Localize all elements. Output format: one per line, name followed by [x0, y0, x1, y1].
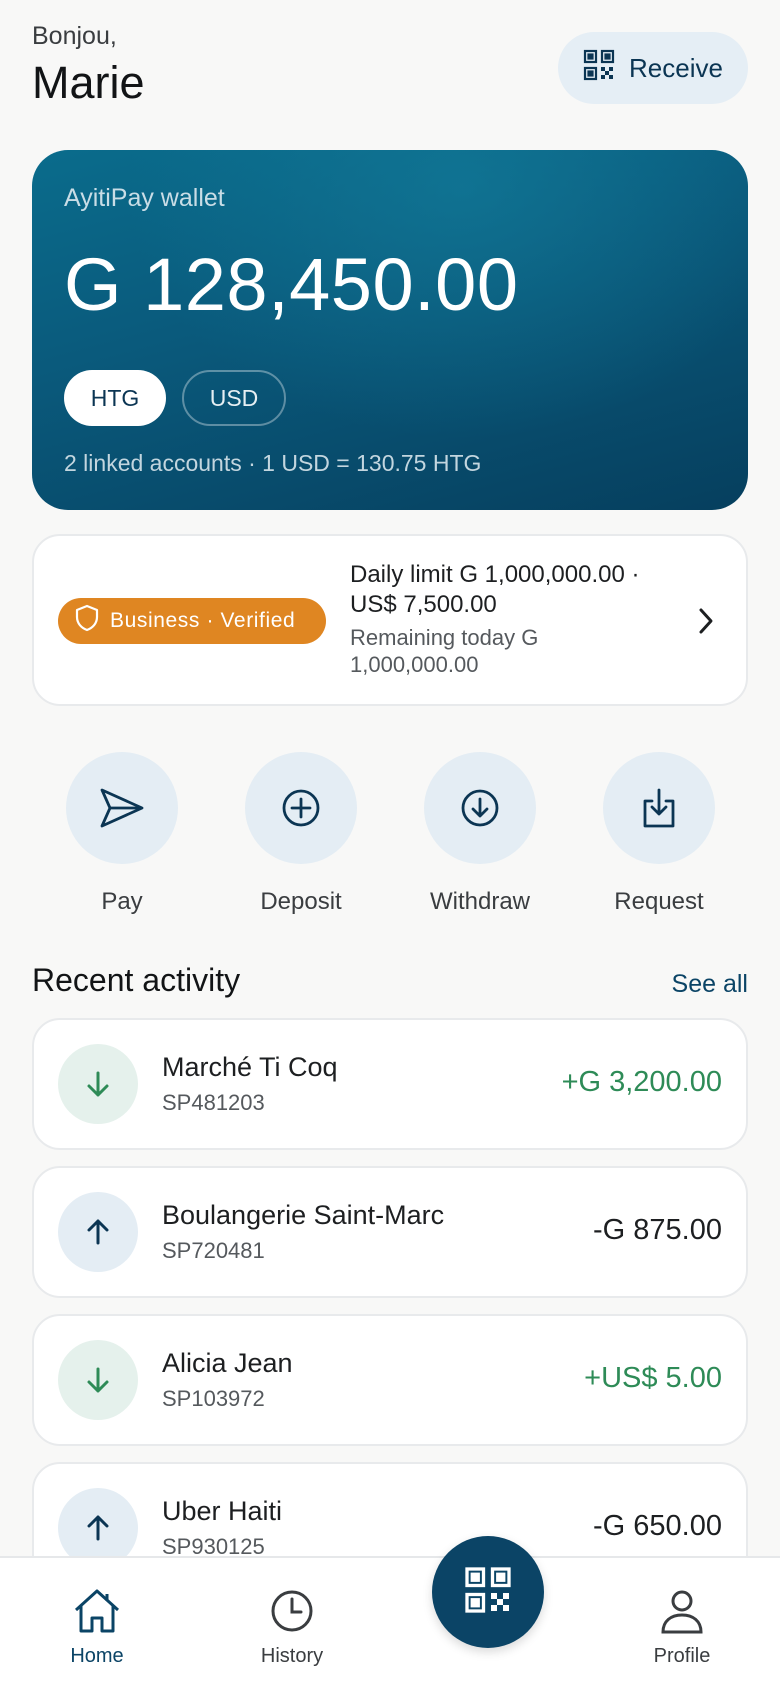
remaining-today: Remaining today G 1,000,000.00	[350, 625, 539, 677]
pay-label: Pay	[101, 888, 143, 915]
download-box-icon	[603, 752, 715, 864]
transaction-amount: -G 650.00	[593, 1510, 722, 1542]
request-button[interactable]: Request	[584, 752, 734, 916]
wallet-balance: G 128,450.00	[64, 243, 519, 326]
wallet-card: AyitiPay wallet G 128,450.00 HTG USD 2 l…	[32, 150, 748, 510]
withdraw-label: Withdraw	[429, 888, 531, 915]
deposit-button[interactable]: Deposit	[226, 752, 376, 916]
scan-qr-button[interactable]	[432, 1536, 544, 1648]
clock-icon	[269, 1590, 315, 1638]
deposit-label: Deposit	[260, 888, 342, 915]
wallet-label: AyitiPay wallet	[64, 184, 225, 212]
bottom-nav: Home History Profile	[0, 1556, 780, 1688]
transaction-name: Marché Ti Coq	[162, 1052, 338, 1082]
shield-icon	[74, 604, 100, 638]
plus-circle-icon	[245, 752, 357, 864]
nav-home-label: Home	[70, 1645, 124, 1667]
nav-history-label: History	[260, 1645, 324, 1667]
transaction-amount: +US$ 5.00	[584, 1362, 722, 1394]
transaction-row[interactable]: Marché Ti Coq SP481203 +G 3,200.00	[32, 1018, 748, 1150]
chevron-right-icon	[696, 606, 716, 641]
nav-home[interactable]: Home	[37, 1588, 157, 1668]
transaction-amount: -G 875.00	[593, 1214, 722, 1246]
transaction-ref: SP720481	[162, 1238, 265, 1263]
wallet-footer: 2 linked accounts · 1 USD = 130.75 HTG	[64, 450, 482, 476]
send-icon	[66, 752, 178, 864]
daily-limit: Daily limit G 1,000,000.00 · US$ 7,500.0…	[350, 561, 640, 618]
receive-button[interactable]: Receive	[558, 32, 748, 104]
verified-badge-label: Business · Verified	[110, 609, 296, 632]
currency-usd-button[interactable]: USD	[182, 370, 286, 426]
currency-htg-button[interactable]: HTG	[64, 370, 166, 426]
arrow-down-circle-icon	[424, 752, 536, 864]
qr-code-icon	[583, 49, 615, 88]
verified-badge: Business · Verified	[58, 598, 326, 644]
person-icon	[659, 1590, 705, 1638]
qr-code-icon	[464, 1566, 512, 1619]
arrow-up-icon	[58, 1192, 138, 1272]
transaction-name: Alicia Jean	[162, 1348, 293, 1378]
arrow-down-icon	[58, 1044, 138, 1124]
transaction-ref: SP481203	[162, 1090, 265, 1115]
nav-profile[interactable]: Profile	[622, 1588, 742, 1668]
see-all-link[interactable]: See all	[672, 970, 748, 999]
transaction-amount: +G 3,200.00	[561, 1066, 722, 1098]
transaction-name: Boulangerie Saint-Marc	[162, 1200, 445, 1230]
home-icon	[72, 1589, 122, 1638]
nav-profile-label: Profile	[653, 1645, 711, 1667]
receive-label: Receive	[629, 52, 723, 83]
nav-history[interactable]: History	[232, 1588, 352, 1668]
transaction-row[interactable]: Boulangerie Saint-Marc SP720481 -G 875.0…	[32, 1166, 748, 1298]
pay-button[interactable]: Pay	[47, 752, 197, 916]
transaction-row[interactable]: Alicia Jean SP103972 +US$ 5.00	[32, 1314, 748, 1446]
transaction-ref: SP103972	[162, 1386, 265, 1411]
limit-info: Daily limit G 1,000,000.00 · US$ 7,500.0…	[350, 560, 670, 678]
request-label: Request	[614, 888, 704, 915]
header: Bonjou, Marie Receive	[32, 22, 748, 112]
recent-activity-title: Recent activity	[32, 962, 241, 998]
limits-card[interactable]: Business · Verified Daily limit G 1,000,…	[32, 534, 748, 706]
arrow-down-icon	[58, 1340, 138, 1420]
transaction-name: Uber Haiti	[162, 1496, 283, 1526]
withdraw-button[interactable]: Withdraw	[405, 752, 555, 916]
